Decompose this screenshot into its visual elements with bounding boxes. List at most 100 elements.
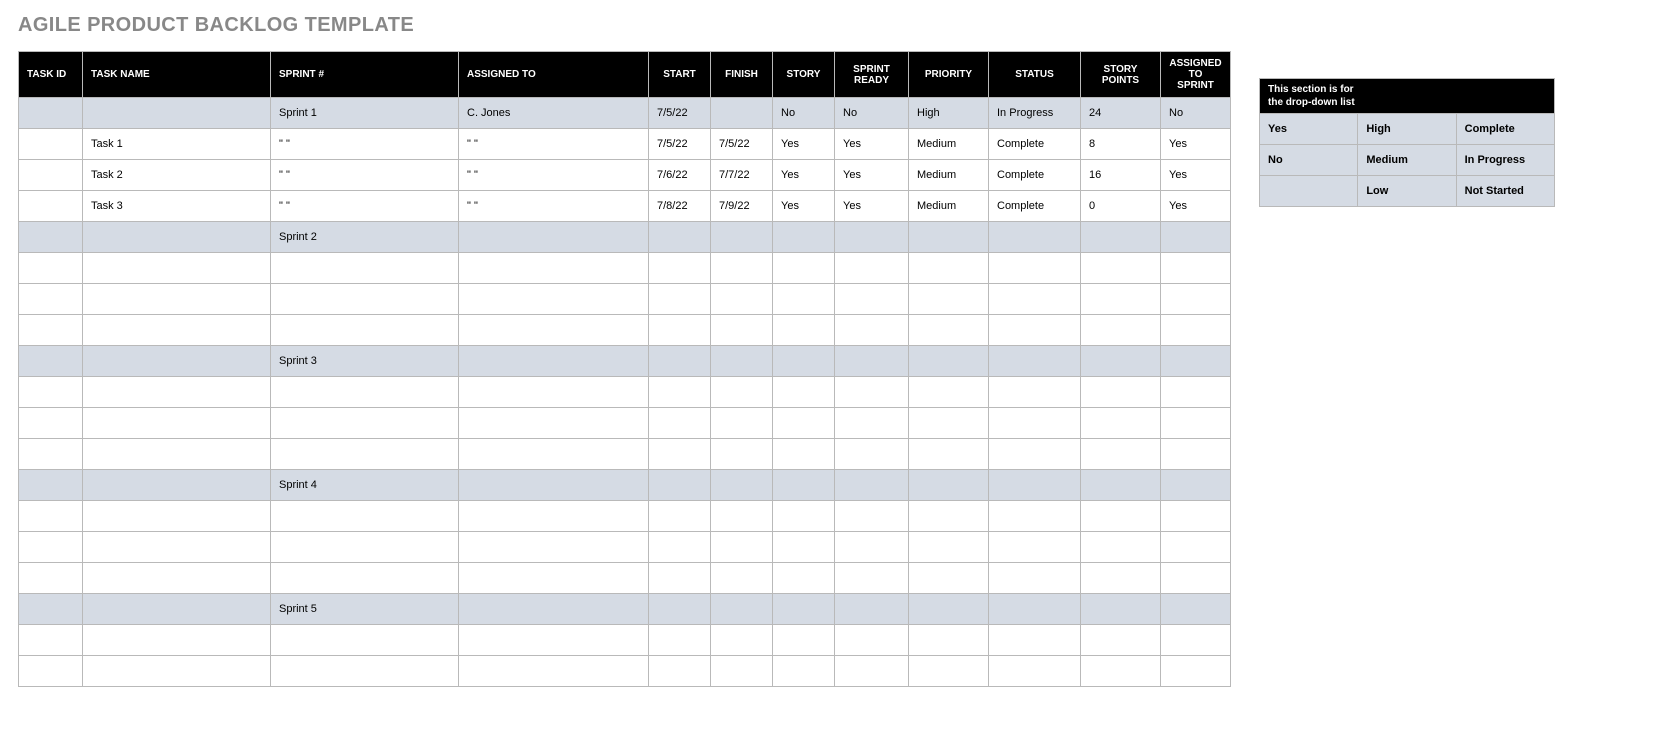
cell-start[interactable] <box>649 656 711 687</box>
cell-start[interactable]: 7/6/22 <box>649 160 711 191</box>
cell-priority[interactable] <box>909 377 989 408</box>
cell-finish[interactable] <box>711 625 773 656</box>
cell-finish[interactable]: 7/7/22 <box>711 160 773 191</box>
cell-assigned-to[interactable] <box>459 532 649 563</box>
cell-status[interactable] <box>989 377 1081 408</box>
cell-status[interactable] <box>989 501 1081 532</box>
cell-assigned-to-sprint[interactable]: Yes <box>1161 160 1231 191</box>
cell-assigned-to-sprint[interactable] <box>1161 315 1231 346</box>
cell-task-name[interactable] <box>83 98 271 129</box>
cell-finish[interactable]: 7/5/22 <box>711 129 773 160</box>
cell-story-points[interactable]: 8 <box>1081 129 1161 160</box>
cell-sprint-ready[interactable] <box>835 346 909 377</box>
cell-assigned-to-sprint[interactable] <box>1161 377 1231 408</box>
cell-story-points[interactable] <box>1081 563 1161 594</box>
dropdown-priority-cell[interactable]: High <box>1358 114 1456 145</box>
cell-story-points[interactable] <box>1081 346 1161 377</box>
cell-assigned-to-sprint[interactable]: Yes <box>1161 191 1231 222</box>
cell-task-name[interactable]: Task 1 <box>83 129 271 160</box>
cell-sprint-ready[interactable] <box>835 408 909 439</box>
cell-sprint-no[interactable]: Sprint 5 <box>271 594 459 625</box>
cell-status[interactable] <box>989 439 1081 470</box>
cell-finish[interactable] <box>711 377 773 408</box>
cell-story-points[interactable]: 0 <box>1081 191 1161 222</box>
dropdown-status-cell[interactable]: Not Started <box>1456 176 1554 207</box>
cell-priority[interactable] <box>909 253 989 284</box>
cell-task-id[interactable] <box>19 656 83 687</box>
cell-task-id[interactable] <box>19 315 83 346</box>
cell-finish[interactable] <box>711 253 773 284</box>
cell-story[interactable] <box>773 315 835 346</box>
cell-priority[interactable]: Medium <box>909 191 989 222</box>
cell-priority[interactable] <box>909 594 989 625</box>
cell-priority[interactable] <box>909 656 989 687</box>
cell-sprint-no[interactable]: " " <box>271 129 459 160</box>
cell-story[interactable] <box>773 625 835 656</box>
dropdown-priority-cell[interactable]: Low <box>1358 176 1456 207</box>
cell-priority[interactable] <box>909 563 989 594</box>
cell-task-name[interactable]: Task 3 <box>83 191 271 222</box>
cell-start[interactable] <box>649 253 711 284</box>
cell-status[interactable] <box>989 532 1081 563</box>
cell-task-id[interactable] <box>19 470 83 501</box>
cell-story-points[interactable] <box>1081 408 1161 439</box>
cell-assigned-to-sprint[interactable] <box>1161 594 1231 625</box>
cell-assigned-to[interactable] <box>459 625 649 656</box>
cell-task-id[interactable] <box>19 563 83 594</box>
cell-finish[interactable] <box>711 501 773 532</box>
cell-start[interactable] <box>649 625 711 656</box>
cell-story-points[interactable] <box>1081 501 1161 532</box>
cell-sprint-ready[interactable] <box>835 253 909 284</box>
dropdown-yesno-cell[interactable]: Yes <box>1260 114 1358 145</box>
cell-sprint-no[interactable]: Sprint 1 <box>271 98 459 129</box>
cell-finish[interactable]: 7/9/22 <box>711 191 773 222</box>
cell-sprint-no[interactable] <box>271 284 459 315</box>
cell-assigned-to[interactable] <box>459 563 649 594</box>
cell-task-id[interactable] <box>19 625 83 656</box>
cell-task-id[interactable] <box>19 594 83 625</box>
cell-sprint-no[interactable]: " " <box>271 160 459 191</box>
cell-priority[interactable]: Medium <box>909 129 989 160</box>
cell-assigned-to-sprint[interactable]: No <box>1161 98 1231 129</box>
cell-sprint-no[interactable]: Sprint 4 <box>271 470 459 501</box>
cell-sprint-ready[interactable]: Yes <box>835 191 909 222</box>
cell-start[interactable] <box>649 222 711 253</box>
cell-sprint-no[interactable] <box>271 315 459 346</box>
cell-task-id[interactable] <box>19 408 83 439</box>
cell-sprint-ready[interactable] <box>835 501 909 532</box>
cell-task-id[interactable] <box>19 98 83 129</box>
cell-finish[interactable] <box>711 532 773 563</box>
cell-assigned-to-sprint[interactable] <box>1161 470 1231 501</box>
cell-finish[interactable] <box>711 563 773 594</box>
cell-assigned-to[interactable] <box>459 222 649 253</box>
cell-sprint-ready[interactable] <box>835 439 909 470</box>
cell-priority[interactable]: High <box>909 98 989 129</box>
cell-assigned-to[interactable]: " " <box>459 191 649 222</box>
cell-sprint-ready[interactable]: Yes <box>835 129 909 160</box>
cell-finish[interactable] <box>711 284 773 315</box>
cell-story-points[interactable]: 16 <box>1081 160 1161 191</box>
cell-story-points[interactable] <box>1081 222 1161 253</box>
cell-story[interactable] <box>773 284 835 315</box>
cell-sprint-no[interactable] <box>271 501 459 532</box>
cell-sprint-ready[interactable] <box>835 284 909 315</box>
cell-assigned-to[interactable] <box>459 594 649 625</box>
dropdown-priority-cell[interactable]: Medium <box>1358 145 1456 176</box>
cell-start[interactable] <box>649 470 711 501</box>
cell-priority[interactable] <box>909 501 989 532</box>
cell-start[interactable] <box>649 563 711 594</box>
cell-sprint-ready[interactable]: No <box>835 98 909 129</box>
cell-task-id[interactable] <box>19 222 83 253</box>
cell-task-name[interactable] <box>83 656 271 687</box>
cell-sprint-no[interactable] <box>271 439 459 470</box>
cell-start[interactable] <box>649 501 711 532</box>
cell-assigned-to-sprint[interactable] <box>1161 253 1231 284</box>
cell-sprint-ready[interactable] <box>835 563 909 594</box>
cell-story[interactable]: Yes <box>773 129 835 160</box>
cell-story[interactable] <box>773 222 835 253</box>
cell-finish[interactable] <box>711 408 773 439</box>
cell-task-id[interactable] <box>19 377 83 408</box>
cell-status[interactable] <box>989 346 1081 377</box>
cell-story[interactable] <box>773 408 835 439</box>
cell-sprint-ready[interactable] <box>835 532 909 563</box>
